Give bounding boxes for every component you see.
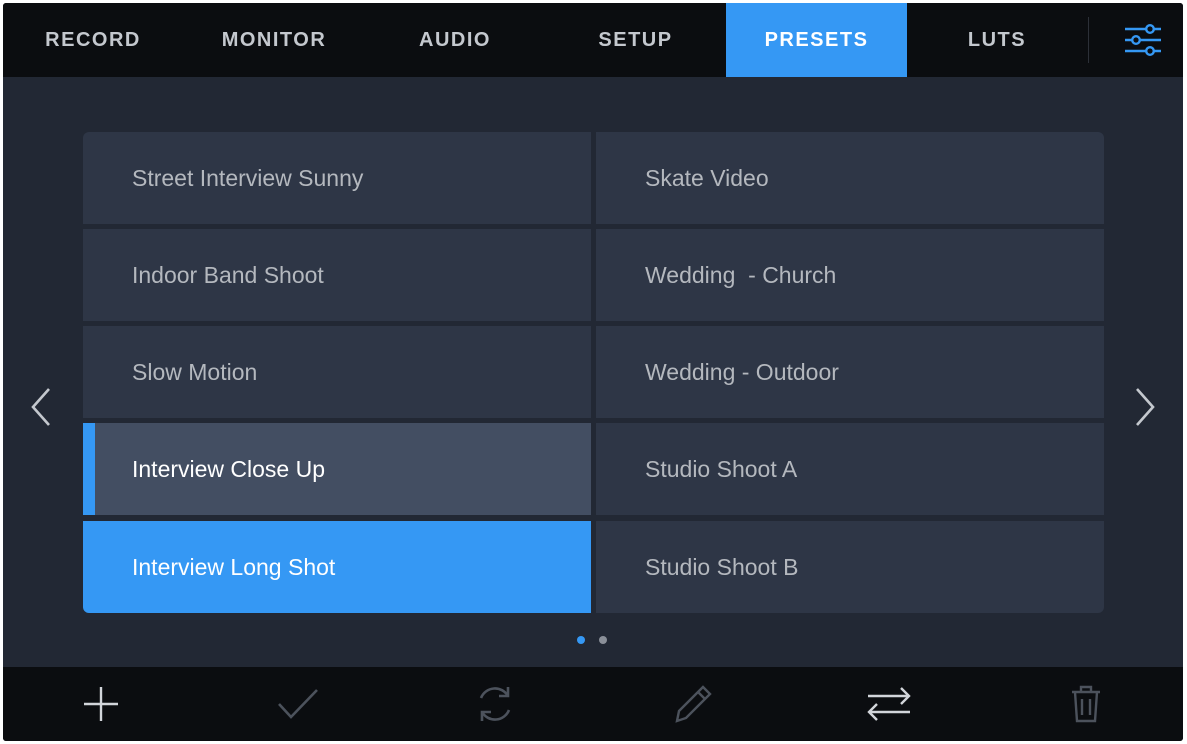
rename-preset-button[interactable] [653,667,733,741]
tab-setup[interactable]: SETUP [545,3,726,77]
page-dot-active[interactable] [577,636,585,644]
update-preset-button[interactable] [455,667,535,741]
preset-grid: Street Interview Sunny Indoor Band Shoot… [83,132,1104,613]
preset-label: Wedding - Church [645,261,837,288]
add-preset-button[interactable] [61,667,141,741]
tab-luts[interactable]: LUTS [907,3,1087,77]
swap-arrows-icon [867,687,911,721]
preset-item[interactable]: Studio Shoot A [596,423,1104,515]
preset-item[interactable]: Skate Video [596,132,1104,224]
tab-monitor[interactable]: MONITOR [183,3,365,77]
preset-item[interactable]: Indoor Band Shoot [83,229,591,321]
tab-divider [1088,17,1089,63]
preset-label: Interview Long Shot [132,553,336,580]
bottom-toolbar [3,667,1183,741]
preset-label: Interview Close Up [132,455,326,482]
delete-preset-button[interactable] [1046,667,1126,741]
camera-screen: RECORD MONITOR AUDIO SETUP PRESETS LUTS [3,3,1183,741]
checkmark-icon [278,689,318,719]
top-menu-bar: RECORD MONITOR AUDIO SETUP PRESETS LUTS [3,3,1183,77]
preset-item-loaded[interactable]: Interview Close Up [83,423,591,515]
loaded-indicator [83,423,95,515]
preset-item-selected[interactable]: Interview Long Shot [83,521,591,613]
page-dot[interactable] [599,636,607,644]
tab-record[interactable]: RECORD [3,3,183,77]
chevron-left-icon [31,388,50,426]
chevron-right-icon [1136,388,1155,426]
trash-icon [1072,685,1100,723]
settings-button[interactable] [1103,3,1183,77]
preset-label: Skate Video [645,164,769,191]
tab-audio[interactable]: AUDIO [365,3,545,77]
preset-item[interactable]: Street Interview Sunny [83,132,591,224]
next-page-button[interactable] [1125,379,1165,435]
preset-label: Slow Motion [132,358,258,385]
plus-icon [84,687,118,721]
load-preset-button[interactable] [258,667,338,741]
refresh-icon [479,687,511,721]
preset-item[interactable]: Wedding - Church [596,229,1104,321]
import-export-button[interactable] [849,667,929,741]
sliders-icon [1125,24,1161,57]
tab-presets[interactable]: PRESETS [726,3,907,77]
preset-item[interactable]: Studio Shoot B [596,521,1104,613]
pencil-icon [675,685,712,723]
previous-page-button[interactable] [21,379,61,435]
preset-label: Wedding - Outdoor [645,358,839,385]
preset-label: Studio Shoot A [645,455,798,482]
preset-label: Studio Shoot B [645,553,799,580]
preset-label: Street Interview Sunny [132,164,364,191]
preset-item[interactable]: Slow Motion [83,326,591,418]
preset-item[interactable]: Wedding - Outdoor [596,326,1104,418]
preset-label: Indoor Band Shoot [132,261,324,288]
